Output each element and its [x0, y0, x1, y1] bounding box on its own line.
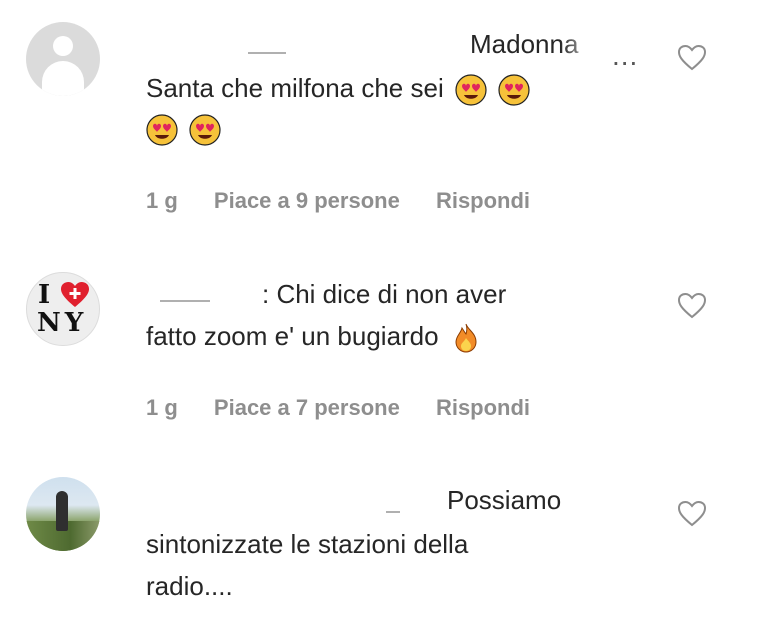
avatar-default[interactable]	[26, 22, 100, 96]
comment-text: Possiamo	[447, 480, 561, 520]
like-heart-icon[interactable]	[677, 292, 707, 320]
comment-text-line: radio....	[146, 571, 233, 601]
avatar-city: NY	[37, 308, 88, 338]
avatar-person-figure	[56, 491, 68, 531]
avatar-body-shape	[42, 61, 84, 96]
likes-count[interactable]: Piace a 7 persone	[214, 395, 400, 420]
avatar-photo[interactable]	[26, 477, 100, 551]
avatar-i-love-ny[interactable]: I NY	[26, 272, 100, 346]
reply-button[interactable]: Rispondi	[436, 395, 530, 420]
reply-button[interactable]: Rispondi	[436, 188, 530, 213]
comment-time[interactable]: 1 g	[146, 395, 178, 420]
comment-text: sintonizzate le stazioni della	[146, 524, 468, 564]
heart-eyes-emoji	[498, 74, 530, 106]
redacted-username	[160, 300, 210, 302]
more-icon[interactable]: ...	[612, 42, 638, 70]
comment-text-line: fatto zoom e' un bugiardo	[146, 321, 439, 351]
comment-text: Santa che milfona che sei	[146, 68, 530, 108]
likes-count[interactable]: Piace a 9 persone	[214, 188, 400, 213]
comment-text: radio....	[146, 566, 233, 606]
heart-eyes-emoji	[146, 114, 178, 146]
heart-icon	[61, 282, 89, 307]
redacted-username	[386, 511, 400, 513]
heart-eyes-emoji	[189, 114, 221, 146]
emoji-fade	[580, 72, 610, 106]
comment-meta: 1 g Piace a 7 persone Rispondi	[146, 395, 560, 421]
comment-text-line: : Chi dice di non aver	[262, 279, 507, 309]
avatar-letter: I	[38, 280, 51, 310]
avatar-head-shape	[53, 36, 73, 56]
comment-text-line: Santa che milfona che sei	[146, 73, 444, 103]
comment-text-line: sintonizzate le stazioni della	[146, 529, 469, 559]
heart-eyes-emoji	[455, 74, 487, 106]
like-heart-icon[interactable]	[677, 44, 707, 72]
comment-text: : Chi dice di non aver	[262, 274, 506, 314]
text-fade	[560, 28, 614, 62]
comment-emoji-line	[146, 108, 221, 148]
comment-meta: 1 g Piace a 9 persone Rispondi	[146, 188, 560, 214]
comment-text-line: Possiamo	[447, 485, 562, 515]
comment-time[interactable]: 1 g	[146, 188, 178, 213]
redacted-username	[248, 52, 286, 54]
comment-text: fatto zoom e' un bugiardo	[146, 316, 482, 356]
fire-emoji	[455, 323, 477, 353]
like-heart-icon[interactable]	[677, 500, 707, 528]
